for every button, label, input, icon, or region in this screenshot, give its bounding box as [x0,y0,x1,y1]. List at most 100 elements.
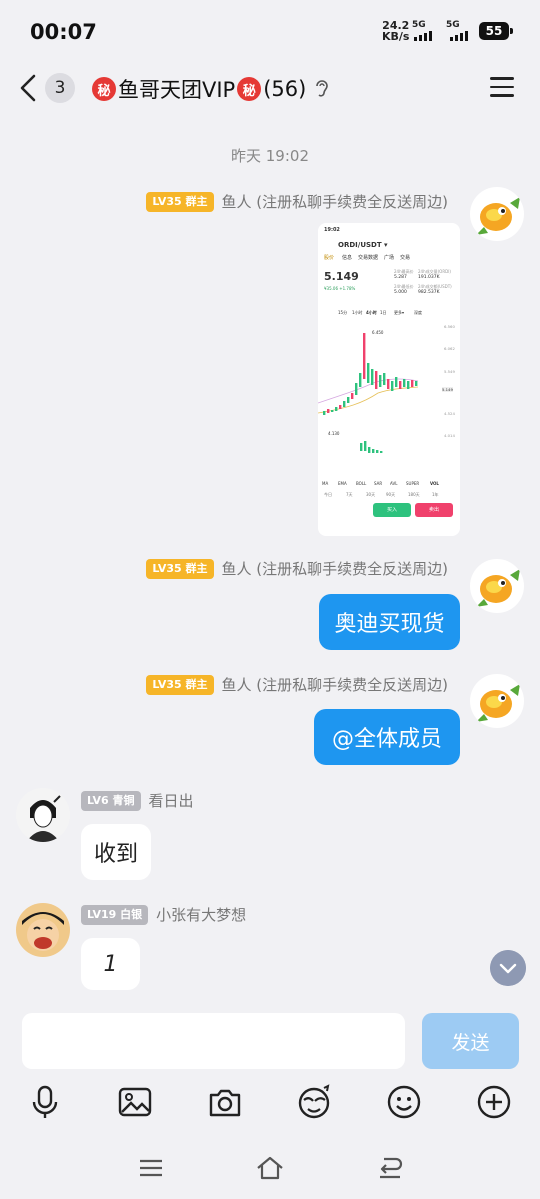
image-icon[interactable] [115,1082,155,1122]
shot-candle [375,371,378,389]
scroll-to-bottom-icon[interactable] [490,950,526,986]
shot-interval: 4小时 [366,310,377,315]
shot-indicator: SAR [374,481,383,486]
sender-name: 鱼人 (注册私聊手续费全反送周边) [221,560,448,578]
shot-period: 180天 [408,492,420,497]
shot-trough: 4.130 [328,431,340,436]
shot-value: 191.037K [418,275,440,280]
avatar-fish[interactable] [470,559,524,613]
shot-volume-bar [360,443,363,451]
emoji-mask-icon[interactable] [294,1082,334,1122]
avatar-user[interactable] [16,903,70,957]
avatar-fish[interactable] [470,674,524,728]
shot-indicator: MA [322,481,329,486]
shot-buy-button: 买入 [373,503,411,517]
add-more-icon[interactable] [474,1082,514,1122]
shot-volume-bar [380,451,383,453]
shot-ytick: 5.149 [442,387,453,392]
secret-badge-icon: 秘 [92,77,116,101]
sender-name: 鱼人 (注册私聊手续费全反送周边) [221,193,448,211]
back-nav-icon[interactable] [375,1153,405,1183]
shot-indicator: BOLL [356,481,367,486]
message-bubble[interactable]: @全体成员 [314,709,460,765]
shot-volume-bar [364,441,367,451]
avatar-user[interactable] [16,788,70,842]
signal-2-icon [450,31,468,41]
shot-candle [415,381,418,386]
shot-candle [399,381,402,389]
back-arrow-icon[interactable] [18,74,40,102]
level-badge: LV35 群主 [146,558,214,579]
level-badge: LV19 白银 [81,904,149,925]
sender-name: 小张有大梦想 [156,906,247,924]
message-timestamp: 昨天 19:02 [231,147,309,165]
emoji-icon[interactable] [384,1082,424,1122]
level-badge: LV6 青铜 [81,790,141,811]
sender-info: LV19 白银 小张有大梦想 [81,904,246,925]
shot-candle [363,333,366,379]
shot-tab: 交易 [400,255,411,261]
message-bubble[interactable]: 收到 [81,824,151,880]
shot-candle [335,407,338,411]
shot-candle [343,401,346,407]
shot-candlestick-chart [318,333,419,453]
group-title[interactable]: 秘 鱼哥天团VIP 秘 (56) [90,74,330,104]
shot-value: 5.287 [394,275,407,280]
shot-value: 982.537K [418,290,440,295]
message-input[interactable] [22,1013,405,1069]
group-name: 鱼哥天团VIP [118,78,236,102]
shot-candle [391,381,394,391]
message-bubble[interactable]: 奥迪买现货 [319,594,460,650]
secret-badge-icon: 秘 [237,77,262,101]
level-badge: LV35 群主 [146,191,214,212]
sender-info: LV6 青铜 看日出 [81,790,194,811]
shot-tab: 广场 [384,255,395,261]
chart-screenshot-image[interactable]: 19:02 ORDI/USDT ▾ 股价 信息 交易数据 广场 交易 5.149… [318,223,460,536]
shot-period: 今日 [324,492,332,497]
home-icon[interactable] [255,1153,285,1183]
sender-info: LV35 群主 鱼人 (注册私聊手续费全反送周边) [146,191,448,212]
chat-header: 3 秘 鱼哥天团VIP 秘 (56) [0,64,540,112]
shot-interval: 更多▾ [394,310,405,315]
recents-icon[interactable] [136,1153,166,1183]
shot-period: 30天 [366,492,376,497]
battery-icon: 55 [479,22,513,40]
shot-pair: ORDI/USDT ▾ [338,241,388,249]
status-bar: 00:07 24.2 KB/s 5G 5G 55 [0,0,540,64]
shot-tab: 交易数据 [358,255,379,261]
sender-name: 看日出 [148,792,194,810]
signal-1-icon [414,31,432,41]
shot-volume-bar [376,450,379,453]
sender-name: 鱼人 (注册私聊手续费全反送周边) [221,676,448,694]
member-count: (56) [263,77,307,101]
sim2-label: 5G [446,20,460,30]
shot-candle [331,410,334,412]
message-bubble[interactable]: 1 [81,938,140,990]
shot-price: 5.149 [324,270,359,283]
shot-candle [327,409,330,413]
shot-candle [371,369,374,385]
shot-peak: 6.450 [372,330,384,335]
shot-indicator: VOL [430,481,439,486]
camera-icon[interactable] [205,1082,245,1122]
status-time: 00:07 [30,20,97,44]
shot-indicator: AVL [390,481,398,486]
avatar-fish[interactable] [470,187,524,241]
shot-ytick: 6.560 [444,324,455,329]
send-button[interactable]: 发送 [422,1013,519,1069]
unread-count-badge[interactable]: 3 [45,73,75,103]
shot-candle [395,377,398,387]
shot-interval: 深度 [414,310,422,315]
shot-candle [351,393,354,399]
shot-indicator: SUPER [406,481,420,486]
shot-ytick: 6.062 [444,346,455,351]
microphone-icon[interactable] [25,1082,65,1122]
shot-candle [387,379,390,389]
shot-period: 7天 [346,492,353,497]
shot-candle [407,381,410,389]
shot-ytick: 4.524 [444,411,455,416]
shot-candle [359,373,362,387]
sender-info: LV35 群主 鱼人 (注册私聊手续费全反送周边) [146,674,448,695]
menu-icon[interactable] [490,77,514,97]
sender-info: LV35 群主 鱼人 (注册私聊手续费全反送周边) [146,558,448,579]
